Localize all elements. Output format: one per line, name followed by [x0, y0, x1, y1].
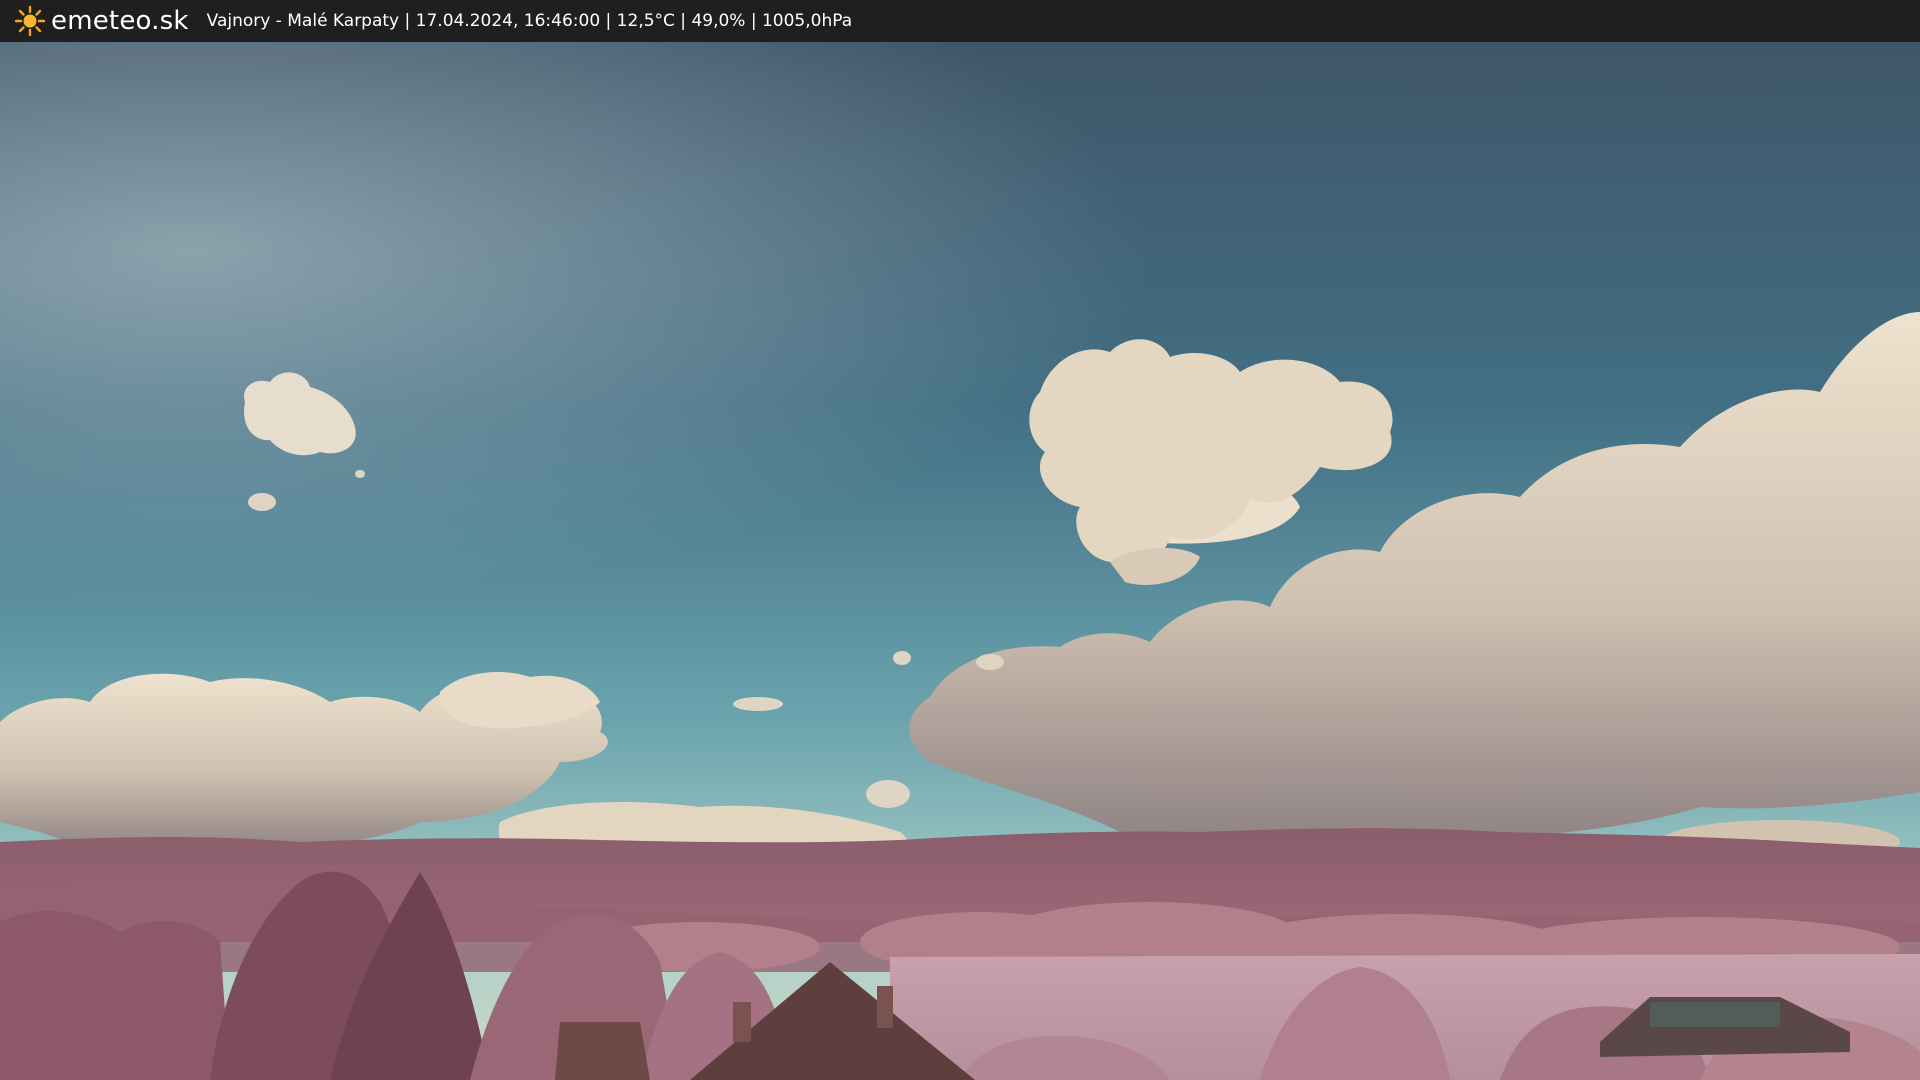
brand-name: emeteo.sk: [51, 6, 189, 36]
station-caption: Vajnory - Malé Karpaty | 17.04.2024, 16:…: [206, 11, 853, 31]
brand-logo: emeteo.sk: [14, 5, 189, 37]
webcam-image: [0, 42, 1920, 1080]
caption-bar: emeteo.sk Vajnory - Malé Karpaty | 17.04…: [0, 0, 1920, 42]
sun-icon: [14, 5, 46, 37]
